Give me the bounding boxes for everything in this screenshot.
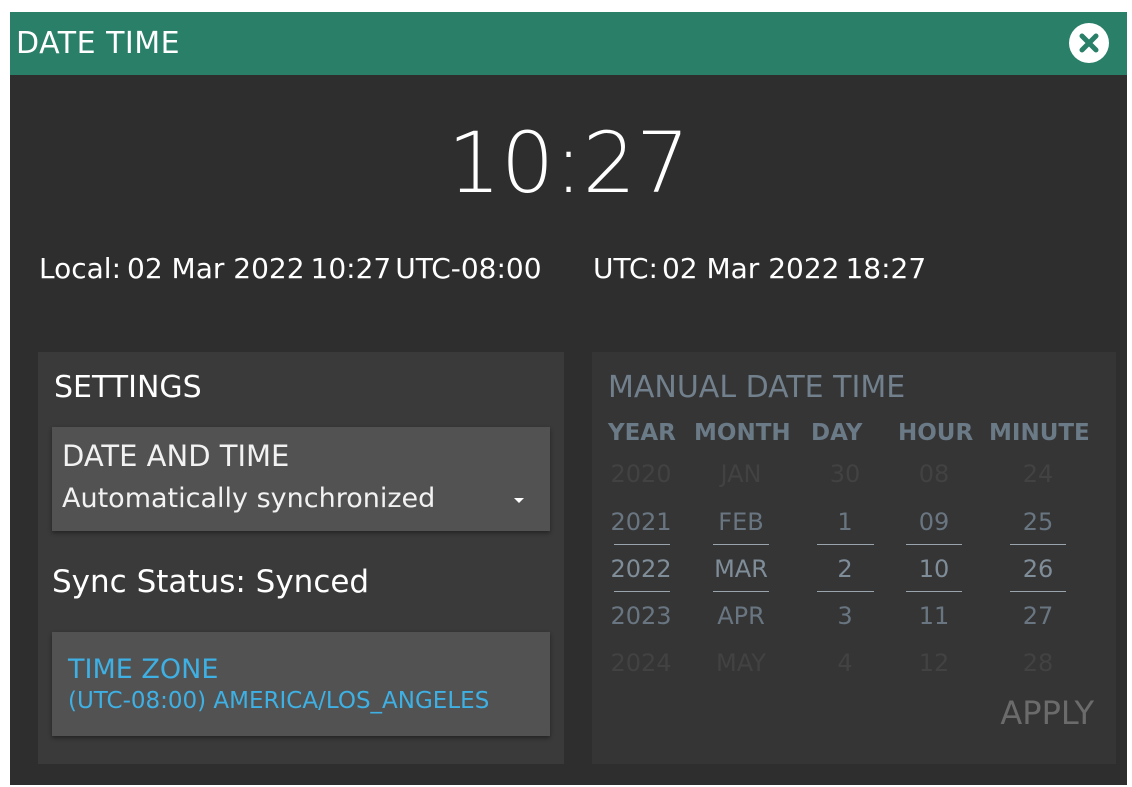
month-selection-bottom-line xyxy=(713,591,769,592)
utc-time-info: UTC: 02 Mar 2022 18:27 xyxy=(593,252,926,285)
month-option[interactable]: APR xyxy=(696,602,786,630)
apply-button[interactable]: APPLY xyxy=(1000,694,1094,732)
year-option[interactable]: 2023 xyxy=(596,602,686,630)
hour-option[interactable]: 11 xyxy=(889,602,979,630)
minute-option[interactable]: 28 xyxy=(993,649,1083,677)
minute-option[interactable]: 27 xyxy=(993,602,1083,630)
hour-option[interactable]: 09 xyxy=(889,508,979,536)
day-selection-bottom-line xyxy=(817,591,874,592)
manual-date-time-title: MANUAL DATE TIME xyxy=(608,370,906,405)
day-option[interactable]: 1 xyxy=(800,508,890,536)
current-time-display: 10:27 xyxy=(447,114,690,212)
day-option[interactable]: 3 xyxy=(800,602,890,630)
hour-selected[interactable]: 10 xyxy=(889,555,979,583)
month-option[interactable]: FEB xyxy=(696,508,786,536)
close-icon xyxy=(1079,33,1099,53)
minute-selection-top-line xyxy=(1010,544,1066,545)
year-option[interactable]: 2021 xyxy=(596,508,686,536)
local-time-info: Local: 02 Mar 2022 10:27 UTC-08:00 xyxy=(39,252,542,285)
minute-selection-bottom-line xyxy=(1010,591,1066,592)
window-title: DATE TIME xyxy=(16,26,181,61)
year-header: YEAR xyxy=(608,420,676,446)
minute-option[interactable]: 24 xyxy=(993,460,1083,488)
date-and-time-value: Automatically synchronized xyxy=(62,483,436,514)
year-option[interactable]: 2024 xyxy=(596,649,686,677)
hour-option[interactable]: 12 xyxy=(889,649,979,677)
utc-date: 02 Mar 2022 xyxy=(661,252,840,285)
month-option[interactable]: JAN xyxy=(696,460,786,488)
year-selection-bottom-line xyxy=(614,591,670,592)
time-zone-value: (UTC-08:00) AMERICA/LOS_ANGELES xyxy=(68,688,490,714)
day-header: DAY xyxy=(811,420,863,446)
local-label: Local: xyxy=(39,252,122,285)
utc-label: UTC: xyxy=(593,252,658,285)
close-button[interactable] xyxy=(1069,23,1109,63)
month-header: MONTH xyxy=(694,420,791,446)
hour-selection-bottom-line xyxy=(906,591,962,592)
minute-header: MINUTE xyxy=(989,420,1090,446)
time-zone-label: TIME ZONE xyxy=(68,654,219,685)
year-option[interactable]: 2020 xyxy=(596,460,686,488)
minute-option[interactable]: 25 xyxy=(993,508,1083,536)
date-and-time-dropdown[interactable]: DATE AND TIME Automatically synchronized xyxy=(52,427,550,531)
year-selected[interactable]: 2022 xyxy=(596,555,686,583)
settings-panel: SETTINGS DATE AND TIME Automatically syn… xyxy=(38,352,564,764)
day-selected[interactable]: 2 xyxy=(800,555,890,583)
local-offset: UTC-08:00 xyxy=(395,252,542,285)
day-option[interactable]: 4 xyxy=(800,649,890,677)
local-date: 02 Mar 2022 xyxy=(127,252,305,285)
sync-status: Sync Status: Synced xyxy=(52,564,370,600)
month-option[interactable]: MAY xyxy=(696,649,786,677)
day-selection-top-line xyxy=(817,544,874,545)
year-selection-top-line xyxy=(614,544,670,545)
date-time-window: DATE TIME 10:27 Local: 02 Mar 2022 10:27 UT… xyxy=(10,12,1127,785)
date-and-time-label: DATE AND TIME xyxy=(62,439,290,473)
time-zone-button[interactable]: TIME ZONE (UTC-08:00) AMERICA/LOS_ANGELE… xyxy=(52,632,550,736)
month-selected[interactable]: MAR xyxy=(696,555,786,583)
minute-selected[interactable]: 26 xyxy=(993,555,1083,583)
manual-date-time-panel: MANUAL DATE TIME YEAR MONTH DAY HOUR MIN… xyxy=(592,352,1116,764)
month-selection-top-line xyxy=(713,544,769,545)
caret-down-icon xyxy=(514,498,524,503)
hour-header: HOUR xyxy=(898,420,974,446)
title-bar: DATE TIME xyxy=(10,12,1127,75)
utc-time: 18:27 xyxy=(845,252,927,285)
settings-title: SETTINGS xyxy=(54,370,202,405)
day-option[interactable]: 30 xyxy=(800,460,890,488)
local-time: 10:27 xyxy=(310,252,392,285)
hour-selection-top-line xyxy=(906,544,962,545)
hour-option[interactable]: 08 xyxy=(889,460,979,488)
